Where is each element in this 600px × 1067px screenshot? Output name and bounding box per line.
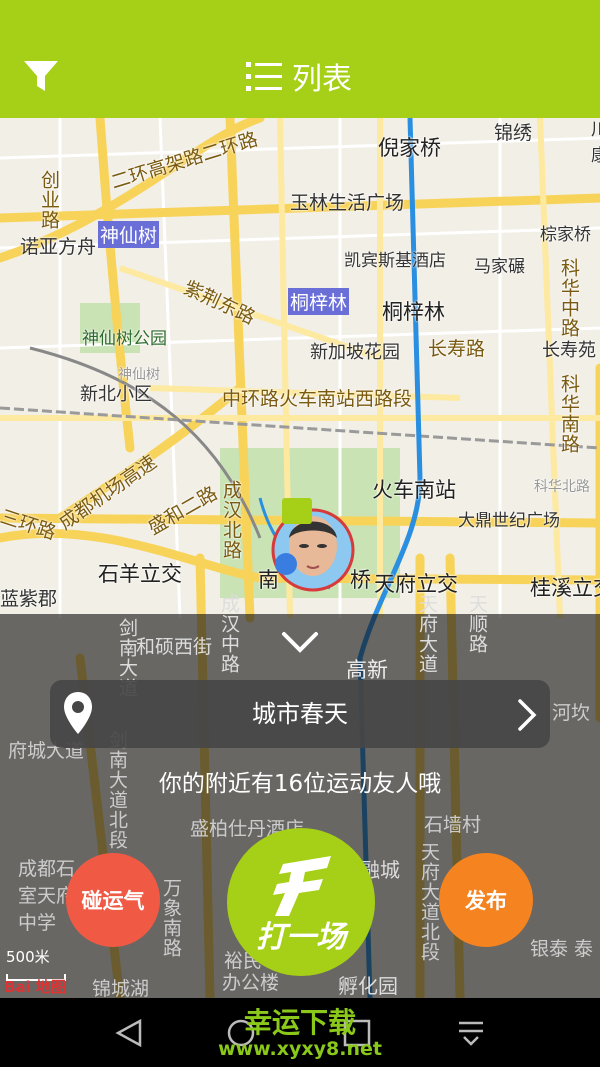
map-label: 科华南路: [558, 374, 580, 454]
map-label: 新加坡花园: [310, 342, 400, 363]
map-label: 中环路火车南站西路段: [222, 388, 413, 410]
user-location-avatar[interactable]: [270, 498, 356, 594]
watermark-url: www.xyxy8.net: [218, 1038, 382, 1060]
map-label: 大鼎世纪广场: [458, 511, 560, 531]
filter-icon[interactable]: [22, 58, 60, 94]
chevron-right-icon[interactable]: [516, 698, 538, 732]
map-label: 桐梓林: [382, 300, 445, 324]
map-label: 凯宾斯基酒店: [344, 251, 446, 271]
publish-button[interactable]: 发布: [439, 853, 533, 947]
map-view[interactable]: 二环高架路二环路 倪家桥 锦绣 川 康 创业路 玉林生活广场 神仙树 诺亚方舟 …: [0, 118, 600, 998]
map-label: 成汉中路: [218, 594, 240, 674]
map-label: 桐梓林: [288, 288, 350, 315]
map-label: 玉林生活广场: [290, 192, 405, 214]
map-label: 新北小区: [80, 384, 152, 405]
watermark-title: 幸运下载: [243, 1006, 356, 1039]
list-view-button[interactable]: 列表: [246, 56, 352, 97]
map-label: 万象南路: [160, 878, 182, 958]
map-label: 锦城湖: [92, 978, 150, 998]
map-label: 康: [587, 146, 600, 164]
map-label: 和硕西街: [136, 636, 213, 658]
map-label: 诺亚方舟: [20, 236, 97, 258]
avatar-icon: [271, 498, 355, 592]
map-label: 天府大道: [416, 594, 438, 674]
map-label: 川: [587, 120, 600, 138]
map-label: 科华北路: [534, 479, 590, 495]
map-label: 成汉北路: [220, 480, 242, 560]
play-label: 打一场: [256, 920, 346, 955]
map-label: 马家碾: [474, 257, 525, 277]
list-icon: [246, 62, 282, 91]
map-label: 石羊立交: [98, 562, 182, 586]
map-label: 火车南站: [372, 478, 456, 502]
list-label: 列表: [292, 62, 352, 97]
top-bar: 列表: [0, 0, 600, 118]
map-label: 倪家桥: [378, 136, 441, 160]
map-label: 神仙树: [98, 221, 160, 248]
map-label: 天顺路: [466, 594, 488, 654]
map-attribution: Bai 地图: [4, 978, 66, 996]
map-label: 河坎: [552, 702, 591, 724]
chevron-down-icon[interactable]: [281, 630, 319, 656]
nearby-friends-text: 你的附近有16位运动友人哦: [158, 771, 442, 797]
map-label: 神仙树公园: [82, 329, 167, 349]
map-label: 创业路: [38, 170, 60, 230]
try-luck-button[interactable]: 碰运气: [66, 853, 160, 947]
map-label: 石墙村: [424, 814, 482, 836]
map-label: 银泰 泰: [530, 938, 594, 960]
map-label: 蓝紫郡: [0, 588, 58, 610]
map-label: 桂溪立交: [530, 576, 600, 600]
map-label: 棕家桥: [540, 225, 591, 245]
location-name: 城市春天: [252, 700, 348, 728]
play-match-button[interactable]: 打一场: [227, 828, 375, 976]
map-label: 长寿路: [428, 338, 486, 360]
map-label: 长寿苑: [542, 340, 596, 361]
map-label: 科华中路: [558, 258, 580, 338]
map-label: 锦绣: [494, 122, 533, 144]
scale-label: 500米: [6, 948, 50, 966]
